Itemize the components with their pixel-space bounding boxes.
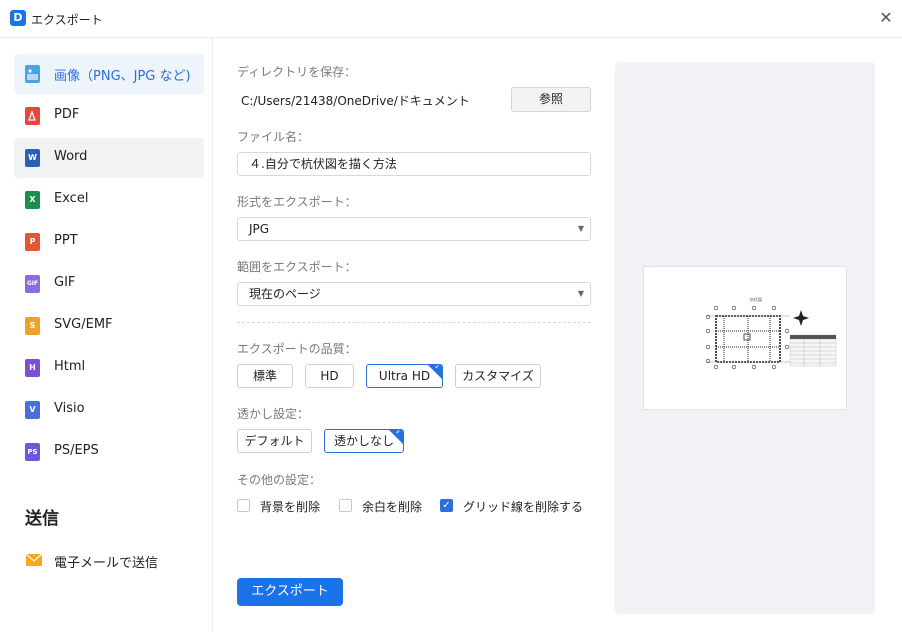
- preview-drawing-title: 杭伏図: [750, 296, 762, 302]
- sidebar-item-ppt[interactable]: P PPT: [14, 222, 204, 262]
- watermark-label: 透かし設定：: [237, 407, 310, 421]
- ppt-icon: P: [25, 233, 40, 251]
- visio-icon: V: [25, 401, 40, 419]
- excel-icon: X: [25, 191, 40, 209]
- section-divider: [237, 322, 591, 323]
- sidebar-item-image[interactable]: 画像（PNG、JPG など): [14, 54, 204, 94]
- quality-standard-button[interactable]: 標準: [237, 364, 293, 388]
- watermark-none-button[interactable]: 透かしなし ✓: [324, 429, 404, 453]
- save-directory-label: ディレクトリを保存：: [237, 65, 357, 79]
- range-select[interactable]: 現在のページ ▼: [237, 282, 591, 306]
- app-logo-icon: D: [10, 10, 26, 26]
- filename-field-wrapper: [237, 152, 591, 176]
- chevron-down-icon: ▼: [577, 289, 584, 298]
- watermark-none-label: 透かしなし: [333, 434, 394, 448]
- chevron-down-icon: ▼: [577, 224, 584, 233]
- watermark-default-button[interactable]: デフォルト: [237, 429, 312, 453]
- quality-hd-button[interactable]: HD: [305, 364, 354, 388]
- sidebar-item-label: Html: [54, 359, 86, 374]
- sidebar-item-label: Excel: [54, 191, 89, 206]
- remove-background-option[interactable]: 背景を削除: [237, 498, 327, 514]
- check-icon: ✓: [434, 364, 441, 371]
- sidebar-item-email[interactable]: 電子メールで送信: [14, 540, 204, 580]
- export-button[interactable]: エクスポート: [237, 578, 343, 606]
- export-format-sidebar: 画像（PNG、JPG など) PDF W Word X Excel P PPT …: [0, 38, 213, 632]
- sidebar-item-label: Word: [54, 149, 88, 164]
- format-value: JPG: [249, 222, 270, 236]
- quality-ultra-hd-label: Ultra HD: [378, 369, 431, 383]
- sidebar-item-label: PPT: [54, 233, 78, 248]
- check-icon: ✓: [395, 429, 402, 436]
- gif-icon: GIF: [25, 275, 40, 293]
- ps-icon: PS: [25, 443, 40, 461]
- sidebar-item-pdf[interactable]: PDF: [14, 96, 204, 136]
- format-label: 形式をエクスポート：: [237, 195, 357, 209]
- preview-drawing: 杭伏図: [705, 296, 837, 370]
- pdf-icon: [25, 107, 40, 125]
- sidebar-item-visio[interactable]: V Visio: [14, 390, 204, 430]
- sidebar-item-svg-emf[interactable]: S SVG/EMF: [14, 306, 204, 346]
- range-label: 範囲をエクスポート：: [237, 260, 357, 274]
- remove-gridlines-label: グリッド線を削除する: [463, 500, 584, 514]
- quality-custom-button[interactable]: カスタマイズ: [455, 364, 541, 388]
- title-bar: D エクスポート ✕: [0, 0, 902, 38]
- sidebar-item-excel[interactable]: X Excel: [14, 180, 204, 220]
- remove-gridlines-checkbox[interactable]: ✓: [440, 499, 453, 512]
- svg-icon: S: [25, 317, 40, 335]
- format-select[interactable]: JPG ▼: [237, 217, 591, 241]
- quality-label: エクスポートの品質：: [237, 342, 357, 356]
- remove-background-checkbox[interactable]: [237, 499, 250, 512]
- remove-margin-option[interactable]: 余白を削除: [339, 498, 429, 514]
- sidebar-item-label: SVG/EMF: [54, 317, 113, 332]
- mail-icon: [25, 553, 43, 566]
- sidebar-item-gif[interactable]: GIF GIF: [14, 264, 204, 304]
- remove-background-label: 背景を削除: [260, 500, 321, 514]
- sidebar-item-label: PDF: [54, 107, 80, 122]
- range-value: 現在のページ: [249, 287, 321, 301]
- sidebar-item-label: GIF: [54, 275, 76, 290]
- image-icon: [25, 65, 40, 83]
- sidebar-item-label: Visio: [54, 401, 85, 416]
- remove-margin-checkbox[interactable]: [339, 499, 352, 512]
- save-directory-path: C:/Users/21438/OneDrive/ドキュメント: [241, 94, 470, 108]
- sidebar-item-ps-eps[interactable]: PS PS/EPS: [14, 432, 204, 472]
- email-label: 電子メールで送信: [54, 556, 159, 571]
- send-heading: 送信: [25, 509, 59, 529]
- word-icon: W: [25, 149, 40, 167]
- other-settings-label: その他の設定：: [237, 473, 322, 487]
- filename-label: ファイル名：: [237, 130, 310, 144]
- sidebar-item-html[interactable]: H Html: [14, 348, 204, 388]
- remove-margin-label: 余白を削除: [362, 500, 423, 514]
- browse-button[interactable]: 参照: [511, 87, 591, 112]
- preview-thumbnail: 杭伏図: [643, 266, 847, 410]
- close-icon[interactable]: ✕: [876, 8, 896, 28]
- remove-gridlines-option[interactable]: ✓ グリッド線を削除する: [440, 498, 583, 514]
- sidebar-item-label: 画像（PNG、JPG など): [54, 69, 191, 84]
- window-title: エクスポート: [31, 13, 103, 27]
- preview-panel: 杭伏図: [615, 62, 875, 614]
- quality-ultra-hd-button[interactable]: Ultra HD ✓: [366, 364, 443, 388]
- html-icon: H: [25, 359, 40, 377]
- filename-input[interactable]: [249, 156, 579, 171]
- sidebar-item-label: PS/EPS: [54, 443, 99, 458]
- sidebar-item-word[interactable]: W Word: [14, 138, 204, 178]
